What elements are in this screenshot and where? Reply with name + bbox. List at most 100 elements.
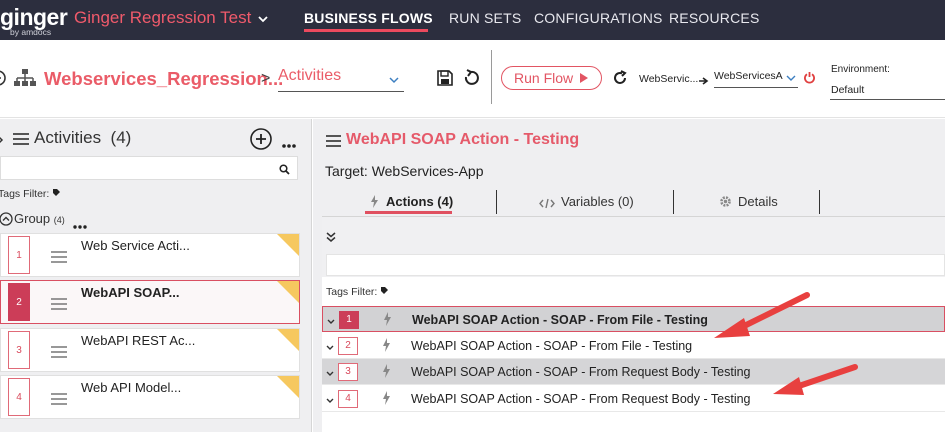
- power-icon[interactable]: [803, 71, 816, 89]
- expand-all-icon[interactable]: [326, 229, 336, 247]
- tab-separator: [673, 190, 674, 214]
- action-number: 4: [338, 390, 358, 408]
- tab-separator: [496, 190, 497, 214]
- business-flow-name: Webservices_Regression...: [44, 68, 284, 89]
- business-flow-toolbar: Webservices_Regression... > Activities R…: [0, 40, 945, 118]
- action-row-selected[interactable]: 1 WebAPI SOAP Action - SOAP - From File …: [322, 306, 945, 332]
- list-icon: [325, 134, 342, 153]
- search-icon: [279, 162, 290, 180]
- save-icon[interactable]: [436, 69, 454, 92]
- nav-configurations[interactable]: CONFIGURATIONS: [534, 10, 663, 26]
- nav-business-flows[interactable]: BUSINESS FLOWS: [304, 10, 433, 26]
- chevron-down-icon[interactable]: [327, 312, 335, 330]
- breadcrumb-separator: >: [261, 70, 271, 87]
- undo-icon[interactable]: [462, 69, 480, 92]
- run-flow-label: Run Flow: [514, 70, 574, 86]
- collapse-icon[interactable]: [0, 133, 6, 151]
- activity-number: 3: [8, 331, 30, 369]
- action-number: 1: [339, 311, 359, 329]
- activity-number: 1: [8, 236, 30, 274]
- bolt-icon: [383, 312, 392, 331]
- activities-search-input[interactable]: [0, 156, 298, 180]
- activity-item-selected[interactable]: 2 WebAPI SOAP...: [0, 280, 300, 324]
- bolt-icon: [382, 364, 391, 383]
- status-corner-icon: [277, 329, 299, 351]
- action-number: 2: [338, 337, 358, 355]
- agent-select[interactable]: WebServicesA: [714, 70, 798, 88]
- activity-item[interactable]: 4 Web API Model...: [0, 375, 300, 419]
- view-select-value: Activities: [278, 67, 342, 84]
- activities-count: (4): [110, 128, 132, 147]
- tags-filter-label: Tags Filter:: [0, 188, 50, 200]
- action-number: 3: [338, 363, 358, 381]
- play-icon: [580, 73, 588, 83]
- view-select[interactable]: Activities: [278, 67, 404, 92]
- nav-run-sets[interactable]: RUN SETS: [449, 10, 521, 26]
- activity-item[interactable]: 3 WebAPI REST Ac...: [0, 328, 300, 372]
- activities-title-label: Activities: [34, 128, 102, 147]
- ginger-logo-subtitle: by amdocs: [10, 27, 52, 37]
- activities-title: Activities (4): [34, 128, 131, 148]
- status-corner-icon: [277, 376, 299, 398]
- nav-resources[interactable]: RESOURCES: [669, 10, 759, 26]
- activity-name: Web API Model...: [81, 380, 182, 395]
- drag-handle-icon[interactable]: [51, 392, 67, 410]
- group-collapse-icon[interactable]: [0, 212, 13, 231]
- tab-actions[interactable]: Actions (4): [386, 194, 453, 209]
- solution-name[interactable]: Ginger Regression Test: [74, 8, 251, 28]
- agent-select-value: WebServicesA: [714, 70, 783, 82]
- target-app: WebServic...: [639, 73, 699, 85]
- action-name: WebAPI SOAP Action - SOAP - From File - …: [412, 313, 708, 327]
- group-count: (4): [53, 215, 65, 225]
- arrow-right-icon: [699, 73, 709, 91]
- gear-icon: [719, 195, 732, 213]
- activity-name: WebAPI SOAP...: [81, 285, 180, 300]
- action-row[interactable]: 2 WebAPI SOAP Action - SOAP - From File …: [322, 333, 945, 359]
- chevron-down-icon[interactable]: [326, 364, 334, 382]
- run-flow-button[interactable]: Run Flow: [501, 66, 602, 90]
- bolt-icon: [382, 338, 391, 357]
- tags-filter-label: Tags Filter:: [326, 286, 378, 298]
- activity-title: WebAPI SOAP Action - Testing: [346, 131, 580, 148]
- environment-select[interactable]: Default: [830, 82, 945, 100]
- chevron-down-icon: [388, 72, 400, 90]
- actions-search-input[interactable]: [326, 254, 945, 276]
- activities-tags-filter[interactable]: Tags Filter:: [0, 188, 61, 200]
- activity-item[interactable]: 1 Web Service Acti...: [0, 233, 300, 277]
- activity-number: 4: [8, 378, 30, 416]
- refresh-icon[interactable]: [612, 70, 628, 91]
- add-icon[interactable]: [250, 128, 272, 155]
- bolt-icon: [382, 391, 391, 410]
- tab-details[interactable]: Details: [738, 194, 778, 209]
- drag-handle-icon[interactable]: [51, 297, 67, 315]
- chevron-down-icon[interactable]: [257, 12, 269, 30]
- drag-handle-icon[interactable]: [51, 345, 67, 363]
- activity-name: WebAPI REST Ac...: [81, 333, 196, 348]
- environment-label: Environment:: [831, 64, 890, 75]
- activity-group-header: Group (4): [14, 211, 65, 226]
- toolbar-separator: [491, 50, 492, 104]
- action-name: WebAPI SOAP Action - SOAP - From Request…: [411, 392, 751, 406]
- tab-variables[interactable]: Variables (0): [561, 194, 634, 209]
- chevron-down-icon: [786, 73, 796, 85]
- tag-icon: [52, 188, 61, 200]
- tag-icon: [380, 286, 389, 298]
- list-icon: [12, 132, 30, 151]
- status-corner-icon: [277, 234, 299, 256]
- group-name: Group: [14, 211, 51, 226]
- chevron-down-icon[interactable]: [326, 391, 334, 409]
- actions-tags-filter[interactable]: Tags Filter:: [326, 286, 389, 298]
- annotation-arrow-icon: [773, 364, 858, 395]
- code-icon: [539, 196, 555, 214]
- action-name: WebAPI SOAP Action - SOAP - From Request…: [411, 365, 751, 379]
- back-icon[interactable]: [0, 70, 8, 91]
- activity-target: Target: WebServices-App: [325, 163, 484, 179]
- chevron-down-icon[interactable]: [326, 338, 334, 356]
- activities-panel: Activities (4) Tags Filter: Group (4) 1 …: [0, 119, 312, 432]
- drag-handle-icon[interactable]: [51, 250, 67, 268]
- tab-separator: [819, 190, 820, 214]
- annotation-arrow-icon: [714, 292, 810, 338]
- more-icon[interactable]: [282, 136, 296, 154]
- nav-active-indicator: [304, 29, 428, 32]
- activity-number: 2: [8, 283, 30, 321]
